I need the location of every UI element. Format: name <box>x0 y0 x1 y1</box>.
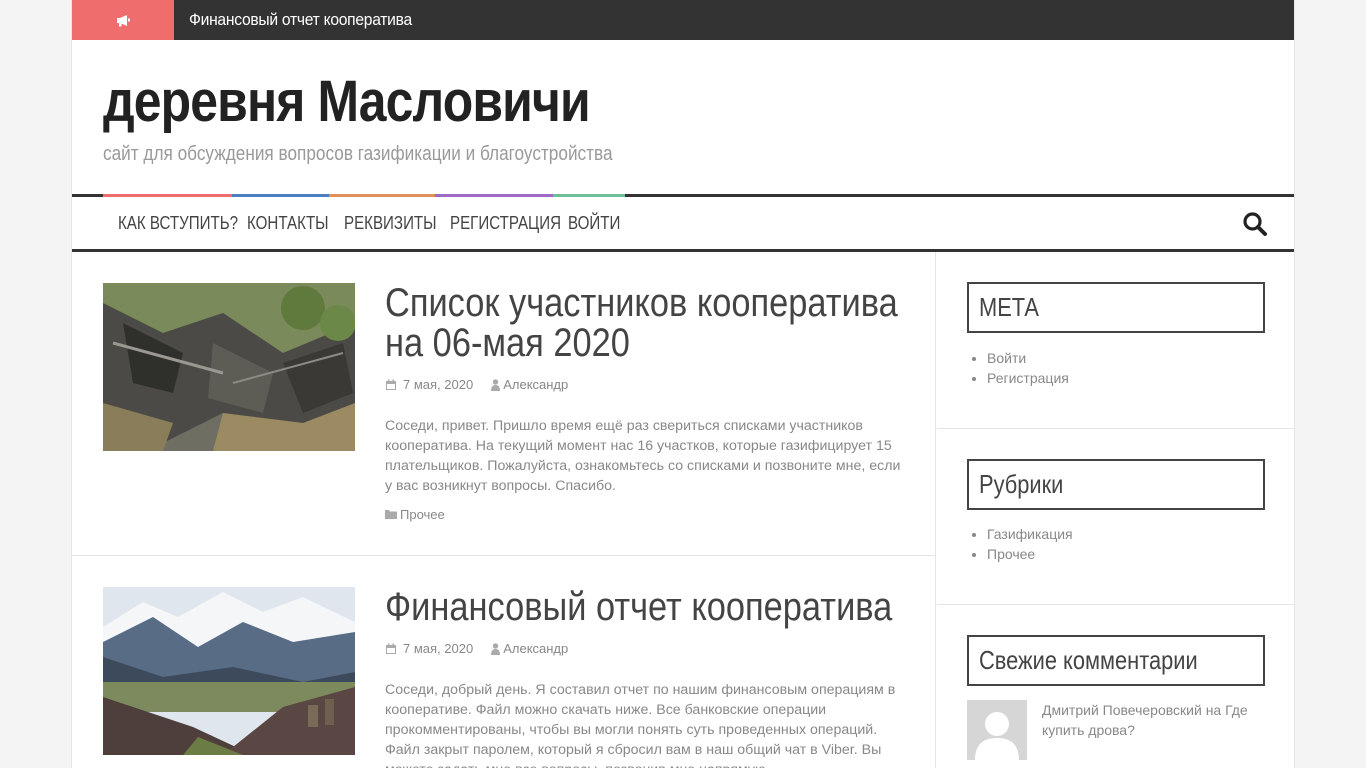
widget-title-meta: МЕТА <box>967 282 1265 333</box>
post-author[interactable]: Александр <box>503 641 568 656</box>
nav-item-registration[interactable]: РЕГИСТРАЦИЯ <box>450 197 561 249</box>
post-date[interactable]: 7 мая, 2020 <box>403 377 473 392</box>
nav-item-requisites[interactable]: РЕКВИЗИТЫ <box>344 197 437 249</box>
search-icon[interactable] <box>1242 211 1268 237</box>
site-title[interactable]: деревня Масловичи <box>103 68 591 135</box>
nav-item-how-to-join[interactable]: КАК ВСТУПИТЬ? <box>118 197 238 249</box>
avatar <box>967 700 1027 760</box>
meta-list: Войти Регистрация <box>987 348 1069 388</box>
post-excerpt: Соседи, привет. Пришло время ещё раз све… <box>385 418 901 494</box>
news-ticker: Финансовый отчет кооператива <box>72 0 1294 40</box>
user-icon <box>491 378 501 391</box>
post-meta: 7 мая, 2020 Александр <box>385 377 568 392</box>
widget-separator <box>937 604 1294 605</box>
calendar-icon <box>385 643 397 655</box>
category-link-other[interactable]: Прочее <box>987 544 1073 564</box>
post-thumbnail[interactable] <box>103 283 355 451</box>
post-author[interactable]: Александр <box>503 377 568 392</box>
post-excerpt: Соседи, добрый день. Я составил отчет по… <box>385 682 896 768</box>
user-icon <box>491 642 501 655</box>
post-category[interactable]: Прочее <box>385 507 445 522</box>
main-navigation: КАК ВСТУПИТЬ? КОНТАКТЫ РЕКВИЗИТЫ РЕГИСТР… <box>72 194 1294 252</box>
post-title[interactable]: Список участников кооператива на 06-мая … <box>385 283 918 363</box>
ticker-link[interactable]: Финансовый отчет кооператива <box>189 0 412 40</box>
category-link-gasification[interactable]: Газификация <box>987 524 1073 544</box>
bullhorn-icon <box>72 0 174 40</box>
recent-comment-link[interactable]: Дмитрий Повечеровский на Где купить дров… <box>1042 700 1267 740</box>
post-date[interactable]: 7 мая, 2020 <box>403 641 473 656</box>
widget-title-recent-comments: Свежие комментарии <box>967 635 1265 686</box>
post-title[interactable]: Финансовый отчет кооператива <box>385 587 918 627</box>
posts-list: Список участников кооператива на 06-мая … <box>72 252 936 768</box>
calendar-icon <box>385 379 397 391</box>
widget-separator <box>937 428 1294 429</box>
post-category-label: Прочее <box>400 507 445 522</box>
nav-item-contacts[interactable]: КОНТАКТЫ <box>247 197 329 249</box>
widget-title-categories: Рубрики <box>967 459 1265 510</box>
site-description: сайт для обсуждения вопросов газификации… <box>103 143 613 165</box>
meta-link-register[interactable]: Регистрация <box>987 368 1069 388</box>
page-wrapper: Финансовый отчет кооператива деревня Мас… <box>71 0 1295 768</box>
categories-list: Газификация Прочее <box>987 524 1073 564</box>
folder-icon <box>385 507 397 522</box>
post-separator <box>72 555 936 556</box>
post-thumbnail[interactable] <box>103 587 355 755</box>
sidebar: МЕТА Войти Регистрация Рубрики Газификац… <box>937 252 1294 768</box>
nav-item-login[interactable]: ВОЙТИ <box>568 197 620 249</box>
post-meta: 7 мая, 2020 Александр <box>385 641 568 656</box>
meta-link-login[interactable]: Войти <box>987 348 1069 368</box>
